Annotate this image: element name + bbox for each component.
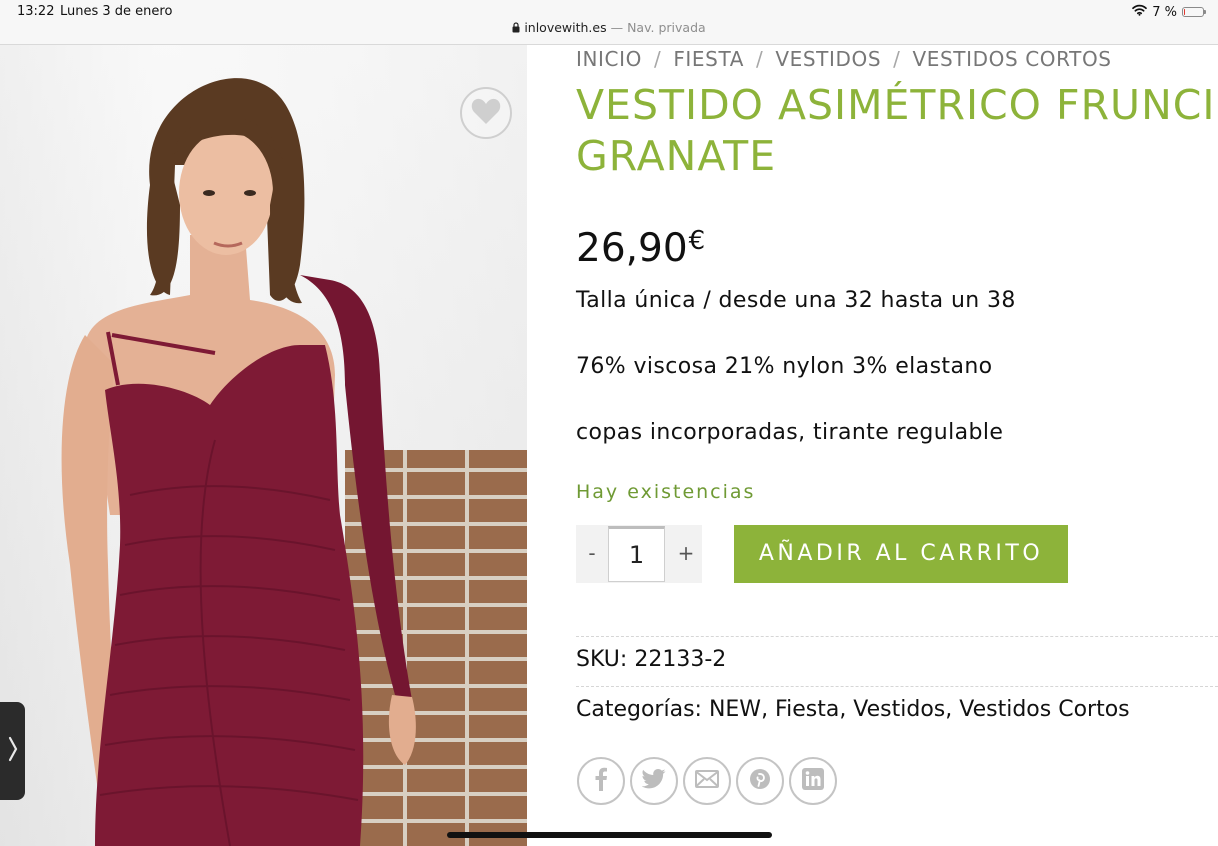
description-composition: 76% viscosa 21% nylon 3% elastano — [576, 354, 993, 379]
stock-status: Hay existencias — [576, 481, 756, 503]
breadcrumb-separator: / — [756, 47, 764, 71]
divider — [576, 686, 1218, 687]
price-currency: € — [688, 226, 706, 256]
breadcrumb: INICIO / FIESTA / VESTIDOS / VESTIDOS CORTOS — [576, 47, 1112, 71]
share-buttons — [577, 757, 837, 805]
sku-label: SKU: — [576, 647, 628, 672]
product-sku: SKU: 22133-2 — [576, 647, 726, 672]
share-pinterest-button[interactable] — [736, 757, 784, 805]
home-indicator — [447, 832, 772, 838]
model-figure — [61, 78, 416, 846]
quantity-stepper: - 1 + — [576, 525, 702, 583]
chevron-right-icon — [8, 736, 18, 766]
breadcrumb-item-vestidos-cortos[interactable]: VESTIDOS CORTOS — [912, 47, 1111, 71]
linkedin-icon — [802, 768, 824, 794]
wishlist-button[interactable] — [460, 87, 512, 139]
heart-icon — [471, 98, 501, 129]
breadcrumb-separator: / — [653, 47, 662, 71]
status-right: 7 % — [1132, 4, 1206, 20]
product-price: 26,90€ — [576, 226, 705, 271]
add-to-cart-button[interactable]: AÑADIR AL CARRITO — [734, 525, 1068, 583]
product-title: VESTIDO ASIMÉTRICO FRUNCIDO GRANATE — [576, 80, 1218, 182]
share-email-button[interactable] — [683, 757, 731, 805]
url-bar[interactable]: inlovewith.es — Nav. privada — [0, 20, 1218, 36]
product-title-line1: VESTIDO ASIMÉTRICO FRUNCIDO — [576, 81, 1218, 129]
quantity-decrease-button[interactable]: - — [576, 525, 608, 583]
quantity-input[interactable]: 1 — [608, 526, 665, 582]
side-drawer-toggle[interactable] — [0, 702, 25, 800]
share-twitter-button[interactable] — [630, 757, 678, 805]
status-date: Lunes 3 de enero — [60, 4, 173, 19]
wifi-icon — [1132, 4, 1148, 20]
breadcrumb-separator: / — [893, 47, 901, 71]
description-size: Talla única / desde una 32 hasta un 38 — [576, 288, 1016, 313]
breadcrumb-item-inicio[interactable]: INICIO — [576, 47, 642, 71]
quantity-increase-button[interactable]: + — [670, 525, 702, 583]
url-text: inlovewith.es — [524, 20, 607, 35]
categories-links[interactable]: NEW, Fiesta, Vestidos, Vestidos Cortos — [709, 697, 1130, 722]
description-features: copas incorporadas, tirante regulable — [576, 420, 1004, 445]
facebook-icon — [594, 767, 608, 795]
sku-value: 22133-2 — [634, 647, 727, 672]
share-linkedin-button[interactable] — [789, 757, 837, 805]
email-icon — [695, 770, 719, 792]
private-label: — Nav. privada — [610, 20, 706, 35]
breadcrumb-item-fiesta[interactable]: FIESTA — [673, 47, 744, 71]
divider — [576, 636, 1218, 637]
categories-label: Categorías: — [576, 697, 702, 722]
status-time: 13:22 — [17, 4, 55, 19]
twitter-icon — [641, 769, 666, 793]
price-amount: 26,90 — [576, 226, 688, 271]
product-image[interactable] — [0, 45, 527, 846]
product-title-line2: GRANATE — [576, 132, 777, 180]
battery-percent: 7 % — [1152, 4, 1177, 20]
lock-icon — [512, 21, 520, 36]
battery-icon — [1182, 7, 1206, 17]
share-facebook-button[interactable] — [577, 757, 625, 805]
breadcrumb-item-vestidos[interactable]: VESTIDOS — [775, 47, 881, 71]
pinterest-icon — [749, 768, 771, 794]
battery-fill — [1184, 9, 1185, 15]
status-bar: 13:22 Lunes 3 de enero inlovewith.es — N… — [0, 0, 1218, 45]
product-categories: Categorías: NEW, Fiesta, Vestidos, Vesti… — [576, 697, 1130, 722]
